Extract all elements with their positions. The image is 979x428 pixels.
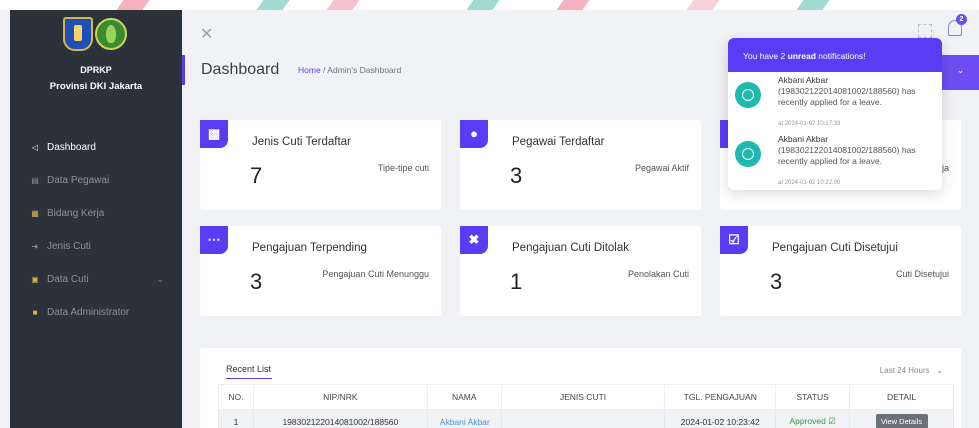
grid-icon: ▦ xyxy=(31,208,39,218)
column-header: NO. xyxy=(218,384,254,410)
stat-card-value: 3 xyxy=(250,269,263,294)
notification-time: at 2024-01-02 10:22:00 xyxy=(778,180,841,186)
sidebar-item-data-cuti[interactable]: ▣ Data Cuti ⌄ xyxy=(10,263,182,296)
chevron-down-icon: ⌄ xyxy=(931,366,943,375)
sidebar-item-label: Data Administrator xyxy=(47,307,130,318)
cell-detail: View Details xyxy=(849,409,954,428)
briefcase-icon: ▩ xyxy=(200,120,228,148)
title-underline xyxy=(226,378,272,379)
sidebar-menu: ◁ Dashboard ▤ Data Pegawai ▦ Bidang Kerj… xyxy=(10,131,182,329)
stat-card-title: Pengajuan Cuti Disetujui xyxy=(772,242,898,254)
chevron-down-icon: ⌄ xyxy=(156,274,164,284)
status-label: Approved xyxy=(789,416,826,426)
dashboard-icon: ◁ xyxy=(31,142,39,152)
breadcrumb-current: / Admin's Dashboard xyxy=(320,65,402,75)
stat-card-value: 3 xyxy=(510,163,523,188)
stat-card-desc: Penolakan Cuti xyxy=(627,269,689,279)
stat-card-desc: ja xyxy=(941,163,949,173)
fullscreen-icon[interactable] xyxy=(918,24,932,38)
sidebar-item-label: Bidang Kerja xyxy=(47,208,105,219)
users-icon: ● xyxy=(460,120,488,148)
lock-icon: ■ xyxy=(32,307,38,317)
stat-card-terpending: ⋯ Pengajuan Terpending 3 Pengajuan Cuti … xyxy=(200,226,441,316)
recent-list-title: Recent List xyxy=(226,364,272,374)
notification-dropdown: You have 2 unread notifications! Akbani … xyxy=(728,38,942,190)
column-header: STATUS xyxy=(775,384,851,410)
spinner-icon: ⋯ xyxy=(200,226,228,254)
sidebar-item-data-pegawai[interactable]: ▤ Data Pegawai xyxy=(10,164,182,197)
cell-date: 2024-01-02 10:23:42 xyxy=(664,409,777,428)
column-header: TGL. PENGAJUAN xyxy=(664,384,777,410)
org-subtitle: Provinsi DKI Jakarta xyxy=(49,81,143,92)
sidebar-item-label: Dashboard xyxy=(47,142,96,153)
org-name: DPRKP xyxy=(80,65,112,75)
breadcrumb-home-link[interactable]: Home xyxy=(298,65,321,75)
check-square-icon: ☑ xyxy=(720,226,748,254)
title-accent xyxy=(182,55,185,85)
sidebar: DPRKP Provinsi DKI Jakarta ◁ Dashboard ▤… xyxy=(10,10,182,428)
stat-card-pegawai: ● Pegawai Terdaftar 3 Pegawai Aktif xyxy=(460,120,701,210)
stat-card-title: Pengajuan Cuti Ditolak xyxy=(512,242,629,254)
column-header: JENIS CUTI xyxy=(500,384,666,410)
stat-card-disetujui: ☑ Pengajuan Cuti Disetujui 3 Cuti Disetu… xyxy=(720,226,961,316)
sidebar-item-bidang-kerja[interactable]: ▦ Bidang Kerja xyxy=(10,197,182,230)
stat-card-ditolak: ✖ Pengajuan Cuti Ditolak 1 Penolakan Cut… xyxy=(460,226,701,316)
stat-card-desc: Cuti Disetujui xyxy=(895,269,949,279)
notification-header: You have 2 unread notifications! xyxy=(728,38,942,72)
sidebar-item-dashboard[interactable]: ◁ Dashboard xyxy=(10,131,182,164)
notification-message: (198302122014081002/188560) has recently… xyxy=(778,145,916,166)
stat-card-desc: Pegawai Aktif xyxy=(634,163,689,173)
notification-name: Akbani Akbar xyxy=(778,75,829,85)
check-icon: ☑ xyxy=(828,416,836,426)
sidebar-item-label: Data Pegawai xyxy=(47,175,110,186)
stat-card-desc: Pengajuan Cuti Menunggu xyxy=(322,269,429,279)
cell-no: 1 xyxy=(218,409,254,428)
breadcrumb: Home / Admin's Dashboard xyxy=(298,65,401,75)
view-details-button[interactable]: View Details xyxy=(875,414,928,428)
column-header: NAMA xyxy=(426,384,502,410)
column-header: NIP/NRK xyxy=(252,384,428,410)
chat-icon xyxy=(735,141,761,167)
chat-icon xyxy=(735,82,761,108)
notification-time: at 2024-01-02 10:17:39 xyxy=(778,121,841,127)
dki-emblem-icon xyxy=(63,17,93,51)
logo xyxy=(63,17,129,51)
stat-card-value: 1 xyxy=(510,269,523,294)
notification-item[interactable]: Akbani Akbar (198302122014081002/188560)… xyxy=(728,75,942,130)
stat-card-title: Pengajuan Terpending xyxy=(252,242,367,254)
cell-nip: 198302122014081002/188560 xyxy=(252,409,428,428)
top-decoration xyxy=(0,0,979,10)
sidebar-item-jenis-cuti[interactable]: ➜ Jenis Cuti xyxy=(10,230,182,263)
page-title: Dashboard xyxy=(201,61,280,78)
sidebar-item-label: Data Cuti xyxy=(47,274,89,285)
stat-card-value: 3 xyxy=(770,269,783,294)
notification-item[interactable]: Akbani Akbar (198302122014081002/188560)… xyxy=(728,134,942,189)
table-row: 1 198302122014081002/188560 Akbani Akbar… xyxy=(218,409,954,428)
cell-jenis xyxy=(500,409,666,428)
notification-badge: 2 xyxy=(956,14,967,25)
calendar-icon: ▣ xyxy=(31,274,39,284)
cell-name-link[interactable]: Akbani Akbar xyxy=(426,409,502,428)
notification-name: Akbani Akbar xyxy=(778,134,829,144)
sidebar-item-data-administrator[interactable]: ■ Data Administrator xyxy=(10,296,182,329)
column-header: DETAIL xyxy=(849,384,954,410)
table-icon: ▤ xyxy=(31,175,39,185)
stat-card-desc: Tipe-tipe cuti xyxy=(377,163,429,173)
recent-table: NO. NIP/NRK NAMA JENIS CUTI TGL. PENGAJU… xyxy=(218,384,954,428)
stat-card-value: 7 xyxy=(250,163,263,188)
times-icon: ✖ xyxy=(460,226,488,254)
close-sidebar-icon[interactable]: ✕ xyxy=(200,24,213,44)
stat-card-jenis-cuti: ▩ Jenis Cuti Terdaftar 7 Tipe-tipe cuti xyxy=(200,120,441,210)
sidebar-item-label: Jenis Cuti xyxy=(47,241,91,252)
cell-status: Approved ☑ xyxy=(775,409,851,428)
time-filter-select[interactable]: Last 24 Hours ⌄ xyxy=(880,366,943,375)
notification-message: (198302122014081002/188560) has recently… xyxy=(778,86,916,107)
login-icon: ➜ xyxy=(31,241,39,251)
user-dropdown-toggle[interactable]: ⌄ xyxy=(942,55,979,90)
stat-card-title: Pegawai Terdaftar xyxy=(512,136,605,148)
recent-list-panel: Recent List Last 24 Hours ⌄ NO. NIP/NRK … xyxy=(200,348,961,428)
dprkp-emblem-icon xyxy=(95,18,127,50)
stat-card-title: Jenis Cuti Terdaftar xyxy=(252,136,351,148)
